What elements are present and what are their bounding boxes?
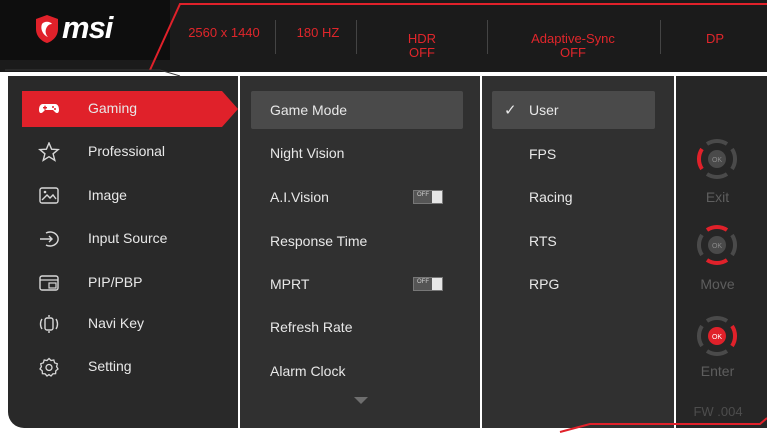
- ok-text: OK: [712, 243, 722, 250]
- menu-item-professional[interactable]: Professional: [22, 134, 222, 170]
- option-label: Racing: [529, 189, 573, 205]
- hdr-status: HDR OFF: [392, 32, 452, 60]
- toggle-state: OFF: [417, 279, 429, 285]
- submenu-response-time[interactable]: Response Time: [251, 222, 463, 260]
- menu-item-label: Gaming: [88, 100, 138, 116]
- submenu-mprt[interactable]: MPRT OFF: [251, 265, 463, 303]
- menu-item-label: PIP/PBP: [88, 274, 143, 290]
- ok-text: OK: [712, 157, 722, 164]
- submenu-label: Night Vision: [270, 145, 345, 161]
- adaptive-sync-value: OFF: [560, 45, 586, 60]
- osd-frame: msi 2560 x 1440 180 HZ HDR OFF Adaptive-…: [0, 0, 767, 434]
- menu-item-label: Setting: [88, 358, 132, 374]
- brand-logo: msi: [62, 10, 113, 45]
- resolution-status: 2560 x 1440: [184, 26, 264, 40]
- option-racing[interactable]: Racing: [492, 178, 655, 216]
- ai-vision-toggle[interactable]: OFF: [413, 190, 443, 204]
- move-key-icon: OK: [696, 224, 738, 266]
- image-icon: [39, 187, 59, 204]
- exit-key-icon: OK: [696, 138, 738, 180]
- input-port-value: DP: [705, 31, 725, 46]
- logo-area: msi: [0, 0, 170, 60]
- menu-item-setting[interactable]: Setting: [22, 349, 222, 385]
- submenu-alarm-clock[interactable]: Alarm Clock: [251, 352, 463, 390]
- hdr-label: HDR: [407, 31, 437, 46]
- mprt-toggle[interactable]: OFF: [413, 277, 443, 291]
- move-label: Move: [700, 276, 735, 292]
- pip-icon: [39, 275, 59, 291]
- ok-text: OK: [712, 334, 722, 341]
- refresh-status: 180 HZ: [286, 26, 350, 40]
- star-icon: [38, 142, 60, 162]
- menu-item-pip-pbp[interactable]: PIP/PBP: [22, 265, 222, 301]
- toggle-knob: [432, 278, 442, 290]
- adaptive-sync-label: Adaptive-Sync: [531, 31, 615, 46]
- divider: [356, 20, 357, 54]
- option-rpg[interactable]: RPG: [492, 265, 655, 303]
- submenu-ai-vision[interactable]: A.I.Vision OFF: [251, 178, 463, 216]
- enter-label: Enter: [700, 363, 735, 379]
- adaptive-sync-status: Adaptive-Sync OFF: [518, 32, 628, 60]
- enter-key-icon: OK: [696, 315, 738, 357]
- toggle-knob: [432, 191, 442, 203]
- menu-item-input-source[interactable]: Input Source: [22, 221, 222, 257]
- submenu-label: Response Time: [270, 233, 368, 249]
- submenu-label: MPRT: [270, 276, 310, 292]
- menu-item-image[interactable]: Image: [22, 178, 222, 214]
- firmware-version: FW .004: [693, 404, 743, 419]
- input-port-status: DP: [690, 32, 740, 46]
- divider: [275, 20, 276, 54]
- input-source-icon: [40, 231, 59, 247]
- menu-item-label: Image: [88, 187, 127, 203]
- refresh-value: 180 HZ: [296, 25, 340, 40]
- checkmark-icon: ✓: [504, 102, 517, 119]
- option-label: FPS: [529, 146, 557, 162]
- submenu-label: Refresh Rate: [270, 319, 353, 335]
- gear-icon: [39, 357, 59, 377]
- menu-item-label: Professional: [88, 143, 166, 159]
- hdr-value: OFF: [409, 45, 435, 60]
- option-rts[interactable]: RTS: [492, 222, 655, 260]
- option-label: RTS: [529, 233, 557, 249]
- submenu-game-mode[interactable]: Game Mode: [251, 91, 463, 129]
- option-user[interactable]: ✓ User: [492, 91, 655, 129]
- resolution-value: 2560 x 1440: [188, 25, 260, 40]
- divider: [487, 20, 488, 54]
- submenu-refresh-rate[interactable]: Refresh Rate: [251, 308, 463, 346]
- option-label: RPG: [529, 276, 560, 292]
- submenu-label: Alarm Clock: [270, 363, 346, 379]
- menu-item-navi-key[interactable]: Navi Key: [22, 306, 222, 342]
- submenu-night-vision[interactable]: Night Vision: [251, 134, 463, 172]
- option-label: User: [529, 102, 559, 118]
- option-fps[interactable]: FPS: [492, 135, 655, 173]
- chevron-down-icon[interactable]: [354, 397, 368, 405]
- menu-item-label: Navi Key: [88, 315, 145, 331]
- submenu-label: Game Mode: [270, 102, 348, 118]
- menu-item-gaming[interactable]: Gaming: [22, 91, 238, 127]
- msi-shield-icon: [36, 15, 58, 43]
- menu-item-label: Input Source: [88, 230, 168, 246]
- divider: [660, 20, 661, 54]
- submenu-label: A.I.Vision: [270, 189, 329, 205]
- gamepad-icon: [39, 104, 59, 114]
- exit-label: Exit: [705, 189, 730, 205]
- toggle-state: OFF: [417, 192, 429, 198]
- navi-key-icon: [39, 315, 59, 333]
